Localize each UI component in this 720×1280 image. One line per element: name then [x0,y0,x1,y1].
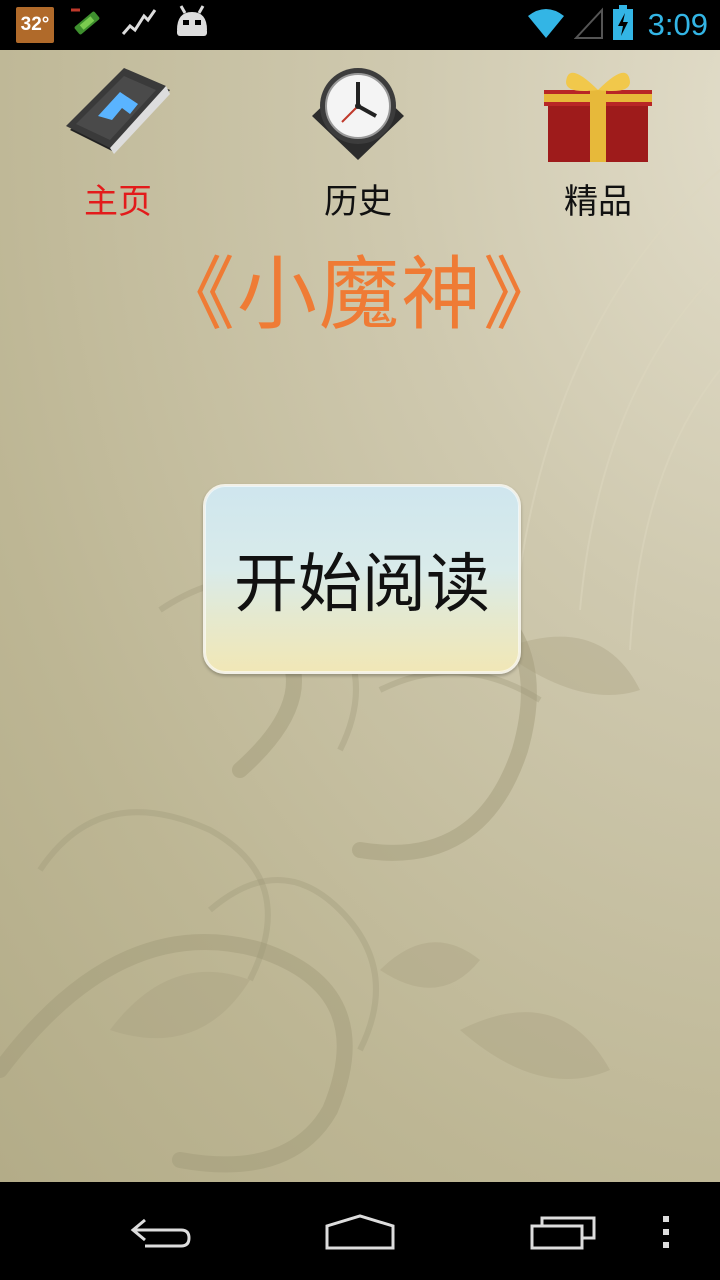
battery-charging-icon [612,5,634,45]
tab-featured[interactable]: 精品 [518,60,678,222]
gift-box-icon [544,72,652,162]
recent-apps-icon [530,1216,596,1250]
back-icon [130,1218,191,1248]
recent-apps-button[interactable] [518,1202,608,1262]
overflow-menu-button[interactable] [636,1202,696,1262]
system-icons: 3:09 [526,4,708,46]
back-button[interactable] [115,1202,205,1262]
cell-signal-icon [573,6,604,44]
home-button[interactable] [315,1202,405,1262]
clock-icon [312,68,404,160]
home-book-icon [66,68,170,154]
home-icon [325,1214,395,1250]
navigation-bar [0,1182,720,1280]
book-title: 《小魔神》 [155,248,565,341]
tab-history[interactable]: 历史 [278,60,438,222]
wifi-icon [526,6,566,44]
temperature-badge: 32° [16,7,54,43]
start-reading-button[interactable]: 开始阅读 [203,484,521,674]
tab-home[interactable]: 主页 [38,60,198,222]
activity-graph-icon [120,4,158,46]
android-mascot-icon [172,4,212,46]
app-content: 主页 历史 精品 《小魔神》 开始阅读 [0,50,720,1182]
tab-featured-label: 精品 [564,182,632,222]
tab-home-label: 主页 [84,182,152,222]
status-bar: 32° 3:09 [0,0,720,50]
tab-bar: 主页 历史 精品 [0,50,720,222]
clock: 3:09 [647,7,708,42]
fake-gps-icon [68,4,106,46]
overflow-menu-icon [663,1216,669,1248]
tab-history-label: 历史 [324,182,392,222]
notification-icons: 32° [16,4,212,46]
